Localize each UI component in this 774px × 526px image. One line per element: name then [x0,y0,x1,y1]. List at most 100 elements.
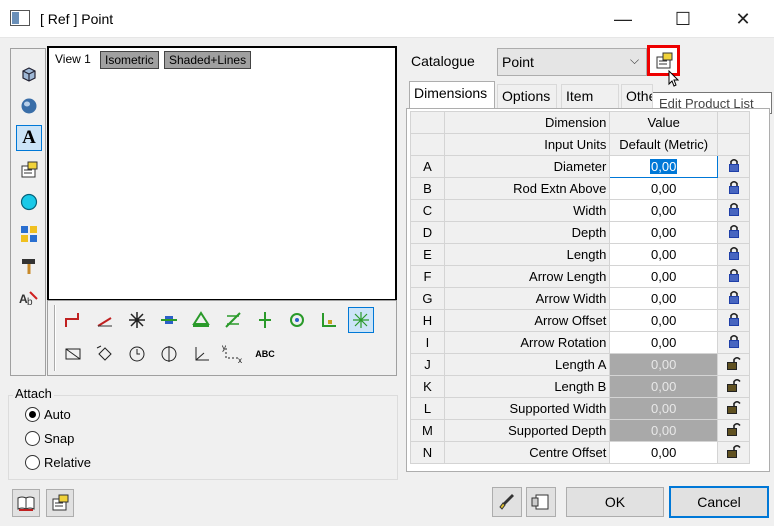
table-row: C Width 0,00 [410,199,750,222]
slope-line-icon[interactable] [92,307,118,333]
chevron-down-icon[interactable]: ⌵ [630,53,639,68]
spell-check-icon[interactable]: Ab [16,285,42,311]
row-key[interactable]: G [410,287,445,310]
palette-icon[interactable] [16,221,42,247]
dimension-box-icon[interactable] [60,341,86,367]
row-key[interactable]: K [410,375,445,398]
attach-auto-radio[interactable]: Auto [25,407,71,422]
row-key[interactable]: C [410,199,445,222]
row-key[interactable]: D [410,221,445,244]
book-icon [17,496,35,511]
dimension-value-input[interactable]: 0,00 [609,309,719,332]
book-help-button[interactable] [12,489,40,517]
lock-closed-icon[interactable] [717,309,750,332]
row-key[interactable]: J [410,353,445,376]
tab-item[interactable]: Item [561,84,619,108]
cancel-button[interactable]: Cancel [669,486,769,518]
brush-button[interactable] [492,487,522,517]
radio-indicator[interactable] [25,431,40,446]
edit-properties-icon[interactable] [16,157,42,183]
row-key[interactable]: E [410,243,445,266]
asterisk-icon[interactable] [124,307,150,333]
clock-rotate-icon[interactable] [124,341,150,367]
rotate-box-icon[interactable] [92,341,118,367]
export-button[interactable] [526,487,556,517]
radio-indicator[interactable] [25,407,40,422]
perpendicular-icon[interactable] [252,307,278,333]
lock-open-icon[interactable] [717,375,750,398]
row-key[interactable]: A [410,155,445,178]
tab-other[interactable]: Othe [621,84,653,108]
tab-dimensions[interactable]: Dimensions [409,81,495,109]
lock-open-icon[interactable] [717,397,750,420]
lock-closed-icon[interactable] [717,287,750,310]
center-snap-icon[interactable] [156,307,182,333]
hammer-icon[interactable] [16,253,42,279]
viewport-canvas[interactable] [47,46,397,301]
text-label-tool[interactable]: ABC [252,341,278,367]
row-key[interactable]: B [410,177,445,200]
value-text: 0,00 [651,445,677,460]
intersection-icon[interactable] [220,307,246,333]
lock-closed-icon[interactable] [717,265,750,288]
row-key[interactable]: N [410,441,445,464]
lock-open-icon[interactable] [717,353,750,376]
globe-render-icon[interactable] [16,93,42,119]
attach-snap-radio[interactable]: Snap [25,431,74,446]
lock-closed-icon[interactable] [717,199,750,222]
dimension-name: Supported Depth [443,419,611,442]
dimension-value-input[interactable]: 0,00 [609,155,719,178]
dimension-value-input[interactable]: 0,00 [609,177,719,200]
catalogue-dropdown[interactable]: Point [497,48,647,76]
dimension-value-input[interactable]: 0,00 [609,221,719,244]
value-text: 0,00 [651,181,677,196]
value-text: 0,00 [651,247,677,262]
lock-closed-icon[interactable] [717,221,750,244]
free-snap-icon[interactable] [348,307,374,333]
dimension-name: Length A [443,353,611,376]
dimension-value-input[interactable]: 0,00 [609,199,719,222]
isometric-button[interactable]: Isometric [100,51,159,69]
tab-options[interactable]: Options [497,84,557,108]
close-button[interactable]: ✕ [720,0,766,38]
lock-closed-icon[interactable] [717,177,750,200]
row-key[interactable]: M [410,419,445,442]
step-line-icon[interactable] [60,307,86,333]
dimension-value-input[interactable]: 0,00 [609,331,719,354]
corner-snap-icon[interactable] [316,307,342,333]
dimension-value-input[interactable]: 0,00 [609,243,719,266]
circle-snap-icon[interactable] [284,307,310,333]
row-key[interactable]: I [410,331,445,354]
shaded-lines-button[interactable]: Shaded+Lines [164,51,252,69]
edit-properties-button[interactable] [46,489,74,517]
row-key[interactable]: F [410,265,445,288]
table-row: I Arrow Rotation 0,00 [410,331,750,354]
input-units-value[interactable]: Default (Metric) [609,133,719,156]
cube-view-icon[interactable] [16,61,42,87]
triangle-snap-icon[interactable] [188,307,214,333]
lock-open-icon[interactable] [717,419,750,442]
dimension-value-input[interactable]: 0,00 [609,441,719,464]
xy-grid-icon[interactable]: xy [220,341,246,367]
vertical-rotate-icon[interactable] [156,341,182,367]
text-tool-icon[interactable]: A [16,125,42,151]
ok-button[interactable]: OK [566,487,664,517]
row-key[interactable]: L [410,397,445,420]
radio-indicator[interactable] [25,455,40,470]
circle-shape-icon[interactable] [16,189,42,215]
attach-relative-radio[interactable]: Relative [25,455,91,470]
dimension-name: Supported Width [443,397,611,420]
value-text: 0,00 [651,379,677,394]
radio-label: Snap [44,431,75,446]
lock-open-icon[interactable] [717,441,750,464]
lock-closed-icon[interactable] [717,331,750,354]
lock-closed-icon[interactable] [717,243,750,266]
minimize-button[interactable]: — [600,0,646,38]
dimension-name: Arrow Offset [443,309,611,332]
lock-closed-icon[interactable] [717,155,750,178]
maximize-button[interactable]: ☐ [660,0,706,38]
dimension-value-input[interactable]: 0,00 [609,265,719,288]
axes-icon[interactable] [188,341,214,367]
dimension-value-input[interactable]: 0,00 [609,287,719,310]
row-key[interactable]: H [410,309,445,332]
